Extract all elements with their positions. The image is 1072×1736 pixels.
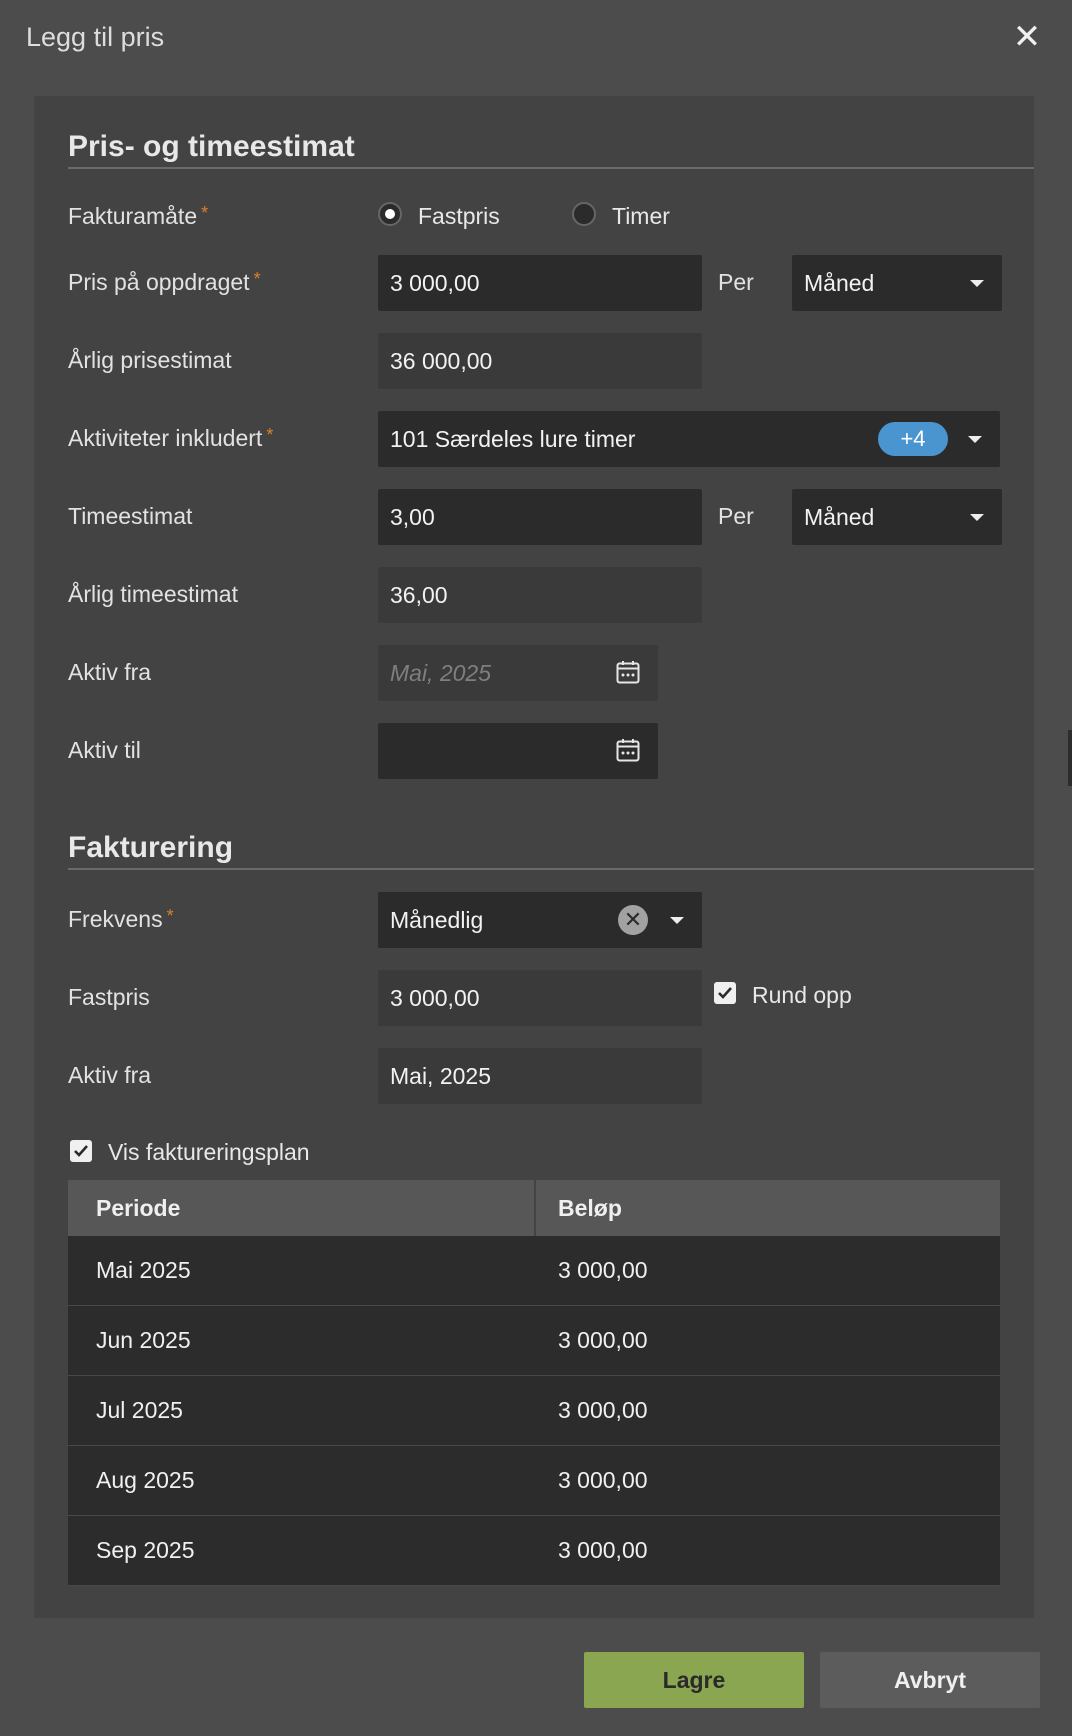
radio-fastpris-label[interactable]: Fastpris: [418, 203, 500, 230]
price-period-select[interactable]: Måned: [792, 255, 1002, 311]
checkmark-icon: [718, 987, 732, 999]
activities-value: 101 Særdeles lure timer: [390, 426, 636, 452]
period-cell: Jul 2025: [96, 1397, 183, 1423]
activities-label: Aktiviteter inkludert *: [68, 425, 273, 452]
hour-estimate-input[interactable]: 3,00: [378, 489, 702, 545]
calendar-icon[interactable]: [616, 660, 640, 684]
activities-select[interactable]: 101 Særdeles lure timer +4: [378, 411, 1000, 467]
price-label-text: Pris på oppdraget: [68, 269, 250, 295]
chevron-down-icon: [970, 514, 984, 521]
column-header-period: Periode: [96, 1195, 181, 1221]
active-from-label: Aktiv fra: [68, 659, 152, 685]
table-row: Jul 2025 3 000,00: [68, 1376, 1000, 1446]
round-up-label[interactable]: Rund opp: [752, 982, 852, 1009]
section-title-billing: Fakturering: [68, 831, 234, 864]
table-row: Aug 2025 3 000,00: [68, 1446, 1000, 1516]
period-cell: Jun 2025: [96, 1327, 191, 1353]
chevron-down-icon: [968, 436, 982, 443]
radio-timer-label[interactable]: Timer: [612, 203, 670, 230]
hour-period-value: Måned: [804, 504, 875, 530]
amount-cell: 3 000,00: [558, 1537, 648, 1563]
billing-plan-table: Periode Beløp Mai 2025 3 000,00 Jun 2025…: [68, 1180, 1000, 1586]
frequency-label-text: Frekvens: [68, 906, 163, 932]
more-activities-badge[interactable]: +4: [878, 422, 948, 456]
round-up-checkbox[interactable]: [714, 982, 736, 1004]
frequency-value: Månedlig: [390, 907, 484, 933]
section-title-price: Pris- og timeestimat: [68, 130, 355, 163]
required-marker: *: [253, 269, 261, 289]
section-divider: [68, 868, 1034, 870]
period-cell: Mai 2025: [96, 1257, 191, 1283]
table-row: Mai 2025 3 000,00: [68, 1236, 1000, 1306]
close-icon[interactable]: ✕: [1012, 20, 1042, 54]
annual-price-label: Årlig prisestimat: [68, 347, 232, 373]
dialog-title: Legg til pris: [26, 22, 165, 52]
column-divider: [534, 1180, 536, 1236]
amount-cell: 3 000,00: [558, 1327, 648, 1353]
cancel-button[interactable]: Avbryt: [820, 1652, 1040, 1708]
column-header-amount: Beløp: [558, 1195, 622, 1221]
active-from-date-input[interactable]: Mai, 2025: [378, 645, 658, 701]
save-button[interactable]: Lagre: [584, 1652, 804, 1708]
hour-estimate-label: Timeestimat: [68, 503, 193, 529]
frequency-select[interactable]: Månedlig ✕: [378, 892, 702, 948]
show-plan-checkbox[interactable]: [70, 1140, 92, 1162]
price-period-value: Måned: [804, 270, 875, 296]
checkmark-icon: [74, 1145, 88, 1157]
hour-per-label: Per: [718, 503, 754, 529]
active-to-date-input[interactable]: [378, 723, 658, 779]
required-marker: *: [201, 203, 209, 223]
form-panel: Pris- og timeestimat Fakturamåte * Fastpr…: [34, 96, 1034, 1618]
amount-cell: 3 000,00: [558, 1397, 648, 1423]
billing-active-from-label: Aktiv fra: [68, 1062, 152, 1088]
table-row: Sep 2025 3 000,00: [68, 1516, 1000, 1586]
radio-fastpris[interactable]: [378, 202, 402, 226]
required-marker: *: [266, 425, 274, 445]
section-divider: [68, 167, 1034, 169]
price-input[interactable]: 3 000,00: [378, 255, 702, 311]
annual-price-value: 36 000,00: [378, 333, 702, 389]
period-cell: Sep 2025: [96, 1537, 195, 1563]
activities-label-text: Aktiviteter inkludert: [68, 425, 263, 451]
add-price-dialog: Legg til pris ✕ Pris- og timeestimat Fak…: [0, 0, 1072, 1736]
billing-method-label-text: Fakturamåte: [68, 203, 198, 229]
active-to-label: Aktiv til: [68, 737, 141, 763]
fixed-price-label: Fastpris: [68, 984, 150, 1010]
annual-hours-value: 36,00: [378, 567, 702, 623]
billing-method-label: Fakturamåte *: [68, 203, 208, 230]
chevron-down-icon: [970, 280, 984, 287]
table-header: Periode Beløp: [68, 1180, 1000, 1236]
fixed-price-value: 3 000,00: [378, 970, 702, 1026]
amount-cell: 3 000,00: [558, 1467, 648, 1493]
amount-cell: 3 000,00: [558, 1257, 648, 1283]
active-from-placeholder: Mai, 2025: [390, 660, 492, 686]
scrollbar-handle[interactable]: [1068, 730, 1072, 786]
chevron-down-icon: [670, 917, 684, 924]
hour-period-select[interactable]: Måned: [792, 489, 1002, 545]
table-row: Jun 2025 3 000,00: [68, 1306, 1000, 1376]
calendar-icon[interactable]: [616, 738, 640, 762]
required-marker: *: [166, 906, 174, 926]
show-plan-label[interactable]: Vis faktureringsplan: [108, 1139, 310, 1166]
period-cell: Aug 2025: [96, 1467, 195, 1493]
clear-icon[interactable]: ✕: [618, 905, 648, 935]
price-per-label: Per: [718, 269, 754, 295]
price-label: Pris på oppdraget *: [68, 269, 261, 296]
annual-hours-label: Årlig timeestimat: [68, 581, 238, 607]
frequency-label: Frekvens *: [68, 906, 174, 933]
billing-active-from-value: Mai, 2025: [378, 1048, 702, 1104]
radio-timer[interactable]: [572, 202, 596, 226]
